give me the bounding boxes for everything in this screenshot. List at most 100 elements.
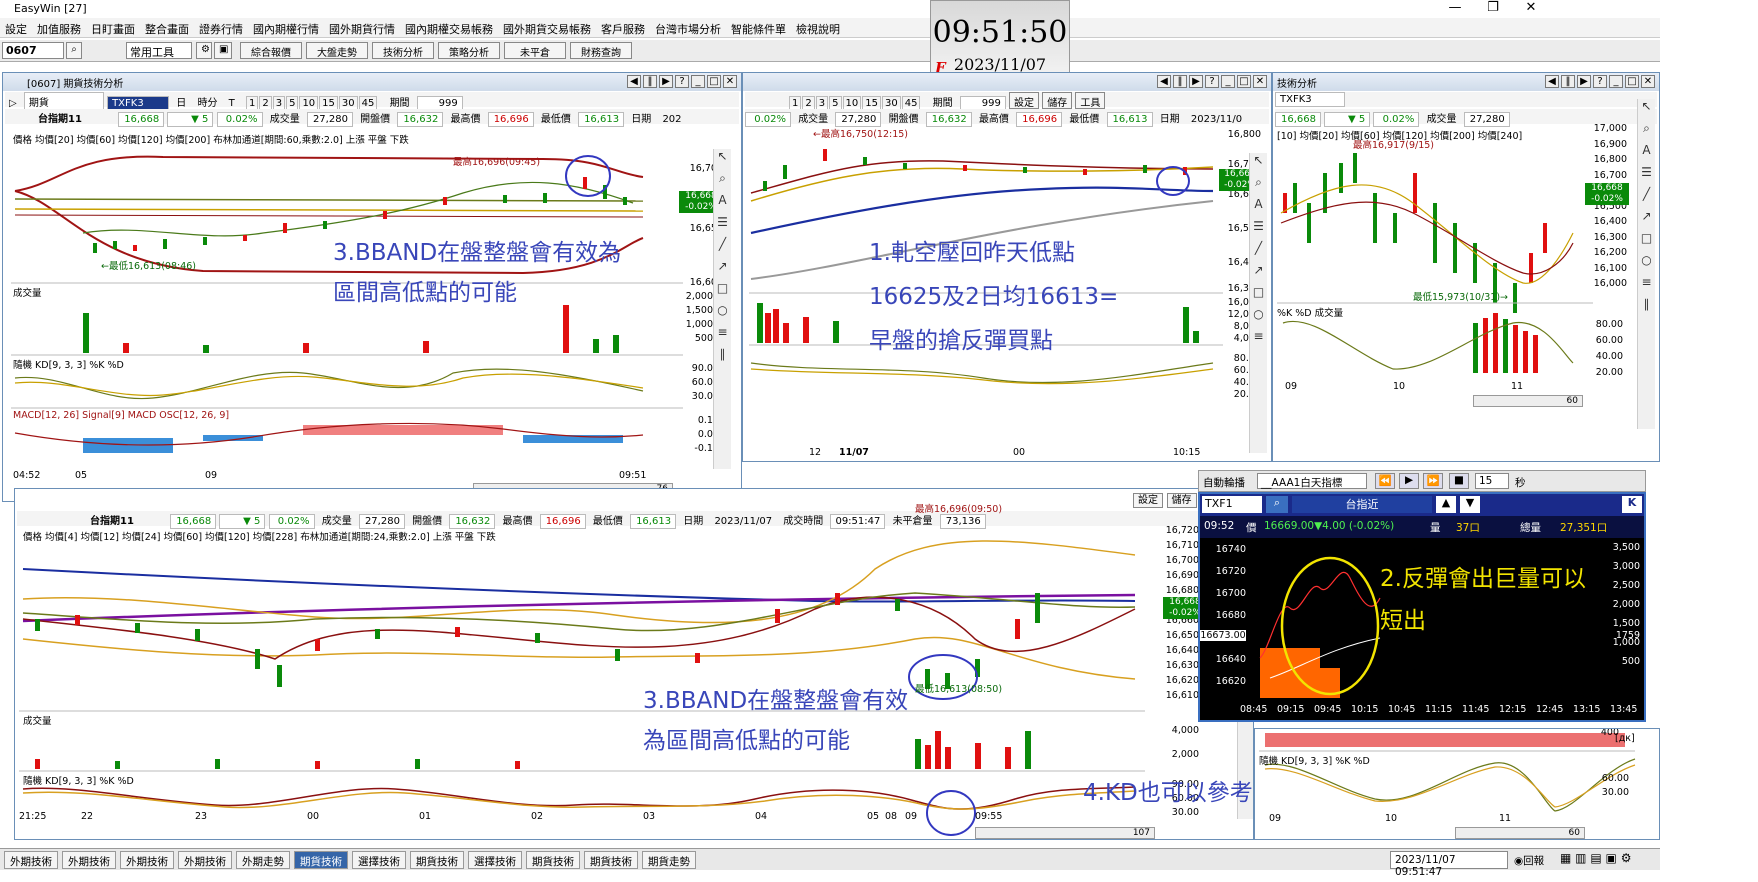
bottom-tab[interactable]: 外期技術 xyxy=(120,851,174,869)
axis-label: 16,400 xyxy=(1593,216,1627,227)
bottom-tab[interactable]: 外期走勢 xyxy=(236,851,290,869)
list-icon[interactable]: ☰ xyxy=(1638,165,1655,187)
menu-item[interactable]: 整合畫面 xyxy=(140,18,194,40)
toolbar-button[interactable]: 綜合報價 xyxy=(240,42,302,59)
circle-icon[interactable]: ○ xyxy=(714,303,731,325)
fib-icon[interactable]: ≡ xyxy=(1638,275,1655,297)
menu-item[interactable]: 檢視說明 xyxy=(791,18,845,40)
time-axis-label: 08:45 xyxy=(1240,704,1268,715)
zoom-scrollbar[interactable]: 60 xyxy=(1473,395,1583,407)
ticker-symbol-select[interactable]: TXF1 xyxy=(1202,496,1262,513)
time-axis-label: 11:45 xyxy=(1462,704,1490,715)
tile-icon[interactable]: ▥ xyxy=(1575,851,1586,865)
text-icon[interactable]: A xyxy=(714,193,731,215)
rect-icon[interactable]: □ xyxy=(1638,231,1655,253)
search-icon[interactable]: ⌕ xyxy=(66,42,82,59)
macd-label: MACD[12, 26] Signal[9] MACD OSC[12, 26, … xyxy=(13,410,230,421)
fib-icon[interactable]: ≡ xyxy=(714,325,731,347)
text-icon[interactable]: A xyxy=(1250,197,1267,219)
gear-icon[interactable]: ⚙ xyxy=(196,42,212,59)
seconds-input[interactable]: 15 xyxy=(1475,473,1509,489)
bottom-tab[interactable]: 外期技術 xyxy=(4,851,58,869)
back-button[interactable]: ◉回報 xyxy=(1510,851,1554,869)
chevron-down-icon[interactable]: ▼ xyxy=(1460,496,1480,513)
zoom-icon[interactable]: ⌕ xyxy=(1638,121,1655,143)
k-chart-button[interactable]: K xyxy=(1622,496,1642,513)
toolbar-button[interactable]: 財務查詢 xyxy=(570,42,632,59)
menu-item[interactable]: 加值服務 xyxy=(32,18,86,40)
line-icon[interactable]: ╱ xyxy=(1250,241,1267,263)
settings-icon[interactable]: ⚙ xyxy=(1621,851,1632,865)
axis-label: 16,700 xyxy=(1165,555,1199,566)
zoom-scrollbar[interactable]: 107 xyxy=(975,827,1155,839)
bottom-tab[interactable]: 期貨技術 xyxy=(294,851,348,869)
bottom-tab[interactable]: 期貨技術 xyxy=(584,851,638,869)
zoom-scrollbar[interactable]: 60 xyxy=(1455,827,1585,839)
toolbar-button[interactable]: 技術分析 xyxy=(372,42,434,59)
list-icon[interactable]: ☰ xyxy=(714,215,731,237)
list-icon[interactable]: ☰ xyxy=(1250,219,1267,241)
pointer-icon[interactable]: ↖ xyxy=(1250,153,1267,175)
menu-item[interactable]: 設定 xyxy=(0,18,32,40)
axis-label: 16,610 xyxy=(1165,690,1199,701)
circle-icon[interactable]: ○ xyxy=(1250,307,1267,329)
zoom-icon[interactable]: ⌕ xyxy=(714,171,731,193)
bottom-tab[interactable]: 選擇技術 xyxy=(468,851,522,869)
restore-button[interactable]: ❐ xyxy=(1474,0,1512,15)
play-icon[interactable]: ▶ xyxy=(1399,473,1419,489)
menu-item[interactable]: 國內期權交易帳務 xyxy=(400,18,498,40)
kd-axis-label: 60.00 xyxy=(1595,335,1623,346)
price-tag: 16,668 -0.02% xyxy=(1585,183,1629,205)
time-axis-label: 23 xyxy=(195,811,208,822)
menu-item[interactable]: 台灣市場分析 xyxy=(650,18,726,40)
bottom-tab[interactable]: 選擇技術 xyxy=(352,851,406,869)
cascade-icon[interactable]: ▤ xyxy=(1590,851,1601,865)
toolbar-button[interactable]: 策略分析 xyxy=(438,42,500,59)
bottom-tab[interactable]: 期貨技術 xyxy=(410,851,464,869)
menu-item[interactable]: 國內期權行情 xyxy=(248,18,324,40)
bottom-tab[interactable]: 外期技術 xyxy=(178,851,232,869)
tool-select[interactable]: 常用工具 xyxy=(126,42,192,59)
menu-item[interactable]: 證券行情 xyxy=(194,18,248,40)
text-icon[interactable]: A xyxy=(1638,143,1655,165)
line-icon[interactable]: ╱ xyxy=(1638,187,1655,209)
line-icon[interactable]: ╱ xyxy=(714,237,731,259)
search-icon[interactable]: ⌕ xyxy=(1266,496,1288,513)
pointer-icon[interactable]: ↖ xyxy=(1638,99,1655,121)
arrow-icon[interactable]: ↗ xyxy=(1250,263,1267,285)
menu-item[interactable]: 國外期貨交易帳務 xyxy=(498,18,596,40)
menu-item[interactable]: 客戶服務 xyxy=(596,18,650,40)
forward-icon[interactable]: ⏩ xyxy=(1423,473,1443,489)
bottom-tab[interactable]: 外期技術 xyxy=(62,851,116,869)
stop-icon[interactable]: ■ xyxy=(1449,473,1469,489)
window-icon[interactable]: ▣ xyxy=(1606,851,1617,865)
layout-icons: ▦ ▥ ▤ ▣ ⚙ xyxy=(1560,851,1631,865)
pointer-icon[interactable]: ↖ xyxy=(714,149,731,171)
bottom-tab[interactable]: 期貨技術 xyxy=(526,851,580,869)
zoom-icon[interactable]: ⌕ xyxy=(1250,175,1267,197)
close-button[interactable]: ✕ xyxy=(1512,0,1550,15)
rect-icon[interactable]: □ xyxy=(1250,285,1267,307)
grid-icon[interactable]: ▦ xyxy=(1560,851,1571,865)
minimize-button[interactable]: — xyxy=(1436,0,1474,15)
toolbar-button[interactable]: 大盤走勢 xyxy=(306,42,368,59)
time-axis-label: 21:25 xyxy=(19,811,47,822)
group-select[interactable]: __AAA1白天指標 xyxy=(1257,473,1367,489)
menu-item[interactable]: 智能條件單 xyxy=(726,18,791,40)
account-select[interactable]: 0607 xyxy=(2,42,64,59)
bottom-tab[interactable]: 期貨走勢 xyxy=(642,851,696,869)
ma-line xyxy=(14,198,644,202)
toolbar-button[interactable]: 未平倉 xyxy=(504,42,566,59)
channel-icon[interactable]: ∥ xyxy=(714,347,731,369)
window-icon[interactable]: ▣ xyxy=(214,42,232,59)
rewind-icon[interactable]: ⏪ xyxy=(1375,473,1395,489)
menu-item[interactable]: 國外期貨行情 xyxy=(324,18,400,40)
fib-icon[interactable]: ≡ xyxy=(1250,329,1267,351)
rect-icon[interactable]: □ xyxy=(714,281,731,303)
chevron-up-icon[interactable]: ▲ xyxy=(1436,496,1456,513)
arrow-icon[interactable]: ↗ xyxy=(714,259,731,281)
circle-icon[interactable]: ○ xyxy=(1638,253,1655,275)
channel-icon[interactable]: ∥ xyxy=(1638,297,1655,319)
menu-item[interactable]: 日盯畫面 xyxy=(86,18,140,40)
arrow-icon[interactable]: ↗ xyxy=(1638,209,1655,231)
